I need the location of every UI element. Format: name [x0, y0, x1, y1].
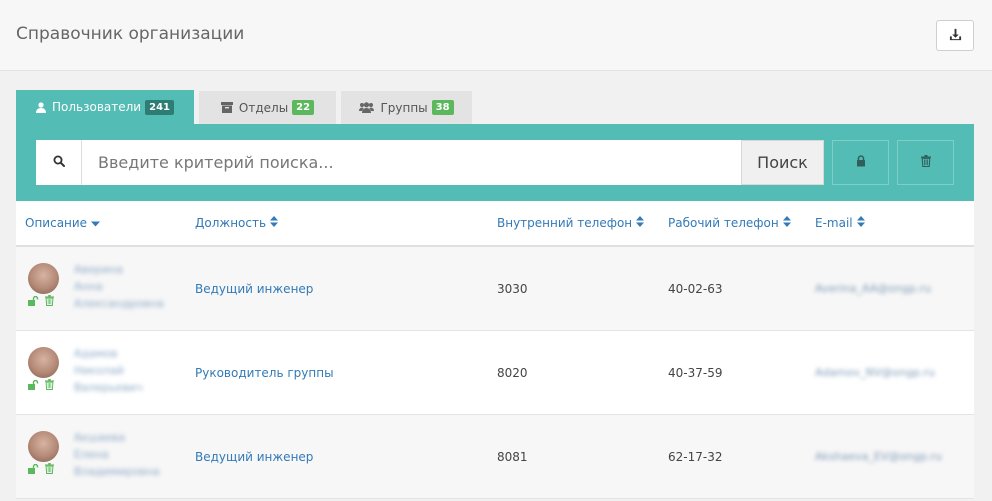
user-icon	[36, 101, 46, 113]
search-button[interactable]: Поиск	[741, 140, 824, 185]
unlock-icon[interactable]	[28, 379, 39, 394]
employee-name[interactable]: Аверина Анна Александровна	[74, 261, 184, 312]
search-icon	[53, 155, 65, 171]
tab-departments[interactable]: Отделы 22	[199, 91, 336, 124]
sort-icon	[856, 216, 865, 230]
unlock-icon[interactable]	[28, 463, 39, 478]
search-input[interactable]	[82, 140, 741, 185]
avatar	[28, 347, 59, 378]
email-link[interactable]: Averina_AA@ongp.ru	[815, 282, 931, 295]
tab-users-label: Пользователи	[52, 100, 142, 114]
work-phone: 62-17-32	[668, 450, 723, 464]
delete-button[interactable]	[897, 140, 954, 185]
sort-icon	[636, 216, 645, 230]
employee-position[interactable]: Руководитель группы	[195, 366, 334, 380]
sort-icon	[270, 216, 279, 230]
employee-name[interactable]: Адамов Николай Валерьевич	[74, 345, 184, 396]
tab-bar: Пользователи 241 Отделы 22 Группы 38	[16, 90, 974, 124]
internal-phone: 3030	[497, 282, 528, 296]
work-phone: 40-37-59	[668, 366, 723, 380]
employee-name[interactable]: Акшаева Елена Владимировна	[74, 429, 184, 480]
tab-groups[interactable]: Группы 38	[341, 91, 472, 124]
trash-icon[interactable]	[45, 295, 54, 310]
users-table: Описание Должность Внутренний телефон Ра…	[16, 201, 974, 499]
lock-icon	[856, 155, 866, 170]
employee-position[interactable]: Ведущий инженер	[195, 450, 313, 464]
download-icon	[949, 28, 962, 44]
column-header-description[interactable]: Описание	[25, 216, 101, 230]
page-title: Справочник организации	[16, 24, 245, 44]
archive-icon	[220, 102, 233, 113]
internal-phone: 8081	[497, 450, 528, 464]
search-toolbar: Поиск	[16, 124, 974, 201]
unlock-icon[interactable]	[28, 295, 39, 310]
column-header-email[interactable]: E-mail	[815, 216, 865, 230]
column-header-position[interactable]: Должность	[195, 216, 279, 230]
table-row: Аверина Анна Александровна Ведущий инжен…	[16, 247, 974, 331]
sort-desc-icon	[91, 216, 101, 230]
search-addon	[36, 140, 82, 185]
tab-users[interactable]: Пользователи 241	[16, 90, 194, 124]
column-header-work-phone[interactable]: Рабочий телефон	[668, 216, 791, 230]
row-actions	[28, 379, 54, 394]
row-actions	[28, 463, 54, 478]
email-link[interactable]: Adamov_NV@ongp.ru	[815, 366, 935, 379]
tab-groups-count: 38	[431, 100, 454, 115]
table-row: Акшаева Елена Владимировна Ведущий инжен…	[16, 415, 974, 499]
employee-position[interactable]: Ведущий инженер	[195, 282, 313, 296]
avatar	[28, 263, 59, 294]
table-header: Описание Должность Внутренний телефон Ра…	[16, 201, 974, 247]
trash-icon[interactable]	[45, 379, 54, 394]
tab-users-count: 241	[145, 99, 174, 115]
tab-departments-count: 22	[292, 100, 315, 115]
trash-icon[interactable]	[45, 463, 54, 478]
lock-button[interactable]	[832, 140, 889, 185]
table-row: Адамов Николай Валерьевич Руководитель г…	[16, 331, 974, 415]
download-button[interactable]	[936, 20, 974, 51]
trash-icon	[920, 155, 931, 170]
row-actions	[28, 295, 54, 310]
directory-panel: Пользователи 241 Отделы 22 Группы 38 Пои…	[16, 90, 974, 499]
avatar	[28, 431, 59, 462]
tab-groups-label: Группы	[380, 100, 428, 115]
internal-phone: 8020	[497, 366, 528, 380]
users-icon	[359, 102, 375, 113]
column-header-internal-phone[interactable]: Внутренний телефон	[497, 216, 645, 230]
tab-departments-label: Отделы	[238, 100, 289, 115]
page-header: Справочник организации	[0, 0, 992, 71]
sort-icon	[782, 216, 791, 230]
email-link[interactable]: Akshaeva_EV@ongp.ru	[815, 450, 942, 463]
work-phone: 40-02-63	[668, 282, 723, 296]
